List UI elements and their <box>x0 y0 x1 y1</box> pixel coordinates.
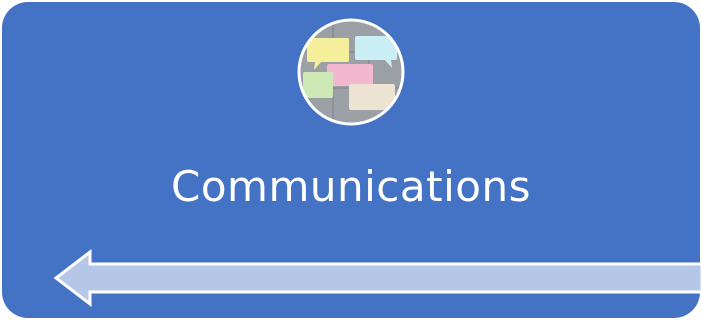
card-title: Communications <box>171 162 531 211</box>
speech-bubbles-icon <box>297 18 405 126</box>
left-arrow-icon[interactable] <box>52 248 702 308</box>
